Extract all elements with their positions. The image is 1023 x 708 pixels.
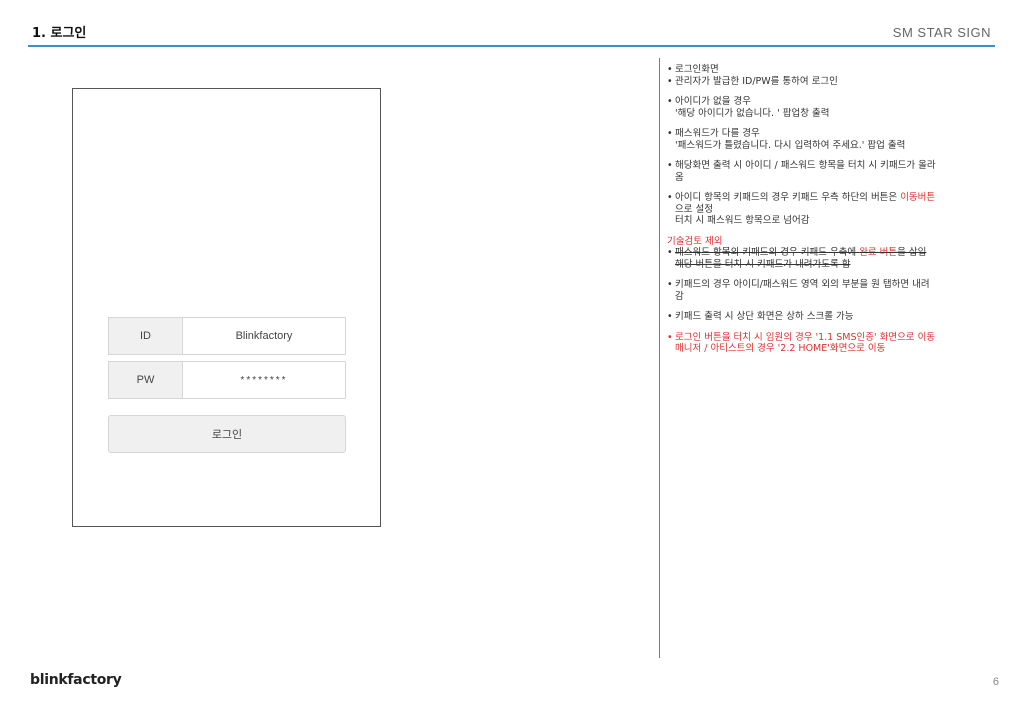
note-highlight: 이동버튼 xyxy=(900,192,936,203)
note-keypad-dismiss: • 키패드의 경우 아이디/패스워드 영역 외의 부분을 원 탭하면 내려 감 xyxy=(667,279,997,302)
note-text: '해당 아이디가 없습니다. ' 팝업창 출력 xyxy=(675,107,830,119)
note-text: 로그인 버튼을 터치 시 임원의 경우 '1.1 SMS인증' 화면으로 이동 xyxy=(675,331,936,343)
note-text: 옴 xyxy=(675,171,684,183)
password-input[interactable]: ******** xyxy=(183,362,345,398)
note-login-screen: • 로그인화면 • 관리자가 발급한 ID/PW를 통하여 로그인 xyxy=(667,64,838,87)
note-text: 패스워드가 다를 경우 xyxy=(675,128,760,139)
note-text: 으로 설정 xyxy=(675,203,713,215)
note-text: 패스워드 항목의 키패드의 경우 키패드 우측에 xyxy=(675,247,860,258)
note-keypad-up: • 해당화면 출력 시 아이디 / 패스워드 항목을 터치 시 키패드가 올라 옴 xyxy=(667,160,997,183)
page-title: 1. 로그인 xyxy=(32,26,87,41)
pw-field-row: PW ******** xyxy=(108,361,346,399)
note-text: 감 xyxy=(675,290,684,302)
login-screen-mockup: ID Blinkfactory PW ******** 로그인 xyxy=(72,88,381,527)
note-text: '패스워드가 틀렸습니다. 다시 입력하여 주세요.' 팝업 출력 xyxy=(675,139,906,151)
note-text: 터치 시 패스워드 항목으로 넘어감 xyxy=(675,215,810,226)
note-id-keypad: • 아이디 항목의 키패드의 경우 키패드 우측 하단의 버튼은 이동버튼 으로 … xyxy=(667,192,997,227)
note-wrong-password: • 패스워드가 다를 경우 '패스워드가 틀렸습니다. 다시 입력하여 주세요.'… xyxy=(667,128,997,151)
note-text: 을 삽입 xyxy=(897,247,927,258)
header-divider xyxy=(28,45,995,47)
note-login-navigation: • 로그인 버튼을 터치 시 임원의 경우 '1.1 SMS인증' 화면으로 이동… xyxy=(667,332,997,355)
vertical-divider xyxy=(659,58,660,658)
brand-label: SM STAR SIGN xyxy=(892,25,991,40)
note-no-id: • 아이디가 없을 경우 '해당 아이디가 없습니다. ' 팝업창 출력 xyxy=(667,96,997,119)
note-tech-review-heading: 기술검토 제외 xyxy=(667,235,723,247)
note-scroll: • 키패드 출력 시 상단 화면은 상하 스크롤 가능 xyxy=(667,311,854,322)
pw-label: PW xyxy=(109,362,183,398)
page-number: 6 xyxy=(992,676,999,688)
note-highlight: 완료 버튼 xyxy=(859,247,898,258)
note-text: 아이디가 없을 경우 xyxy=(675,96,751,107)
note-tech-review-excluded: 기술검토 제외 • 패스워드 항목의 키패드의 경우 키패드 우측에 완료 버튼을… xyxy=(667,236,997,271)
note-text: 매니저 / 아티스트의 경우 '2.2 HOME'화면으로 이동 xyxy=(675,343,886,354)
note-text: 해당 버튼을 터치 시 키패드가 내려가도록 함 xyxy=(675,258,851,270)
id-field-row: ID Blinkfactory xyxy=(108,317,346,355)
note-text: 키패드 출력 시 상단 화면은 상하 스크롤 가능 xyxy=(675,311,854,322)
note-text: 관리자가 발급한 ID/PW를 통하여 로그인 xyxy=(675,75,838,87)
id-input[interactable]: Blinkfactory xyxy=(183,318,345,354)
note-text: 해당화면 출력 시 아이디 / 패스워드 항목을 터치 시 키패드가 올라 xyxy=(675,160,936,171)
note-text: 키패드의 경우 아이디/패스워드 영역 외의 부분을 원 탭하면 내려 xyxy=(675,279,930,290)
spec-notes: • 로그인화면 • 관리자가 발급한 ID/PW를 통하여 로그인 • 아이디가 없을… xyxy=(667,64,997,364)
note-text: 로그인화면 xyxy=(675,64,719,75)
note-text: 아이디 항목의 키패드의 경우 키패드 우측 하단의 버튼은 xyxy=(675,192,901,203)
login-button[interactable]: 로그인 xyxy=(108,415,346,453)
footer-logo: blinkfactory xyxy=(30,672,122,688)
id-label: ID xyxy=(109,318,183,354)
